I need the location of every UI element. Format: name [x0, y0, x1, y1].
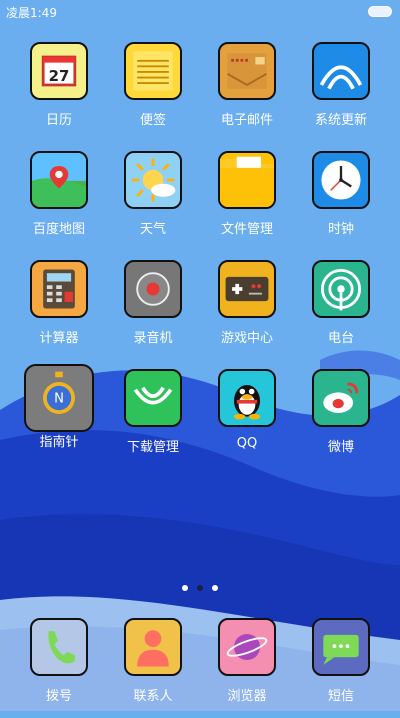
system-update-icon	[312, 42, 370, 100]
app-label: 电台	[327, 331, 354, 346]
calculator-icon	[30, 260, 88, 318]
app-radio[interactable]: 电台	[294, 260, 388, 360]
app-label: 便签	[139, 113, 166, 128]
email-icon	[218, 42, 276, 100]
app-label: 时钟	[327, 222, 354, 237]
app-label: 拨号	[45, 689, 72, 704]
app-label: 日历	[45, 113, 72, 128]
status-time: 凌晨1:49	[6, 6, 57, 20]
calendar-date: 27	[49, 67, 70, 85]
app-email[interactable]: 电子邮件	[200, 42, 294, 142]
notes-icon	[124, 42, 182, 100]
status-bar: 凌晨1:49	[0, 0, 400, 24]
message-icon	[312, 618, 370, 676]
app-label: 天气	[139, 222, 166, 237]
browser-icon	[218, 618, 276, 676]
app-label: 联系人	[133, 689, 173, 704]
app-download-manager[interactable]: 下载管理	[106, 369, 200, 469]
app-qq[interactable]: QQ	[200, 369, 294, 469]
app-label: 电子邮件	[220, 113, 273, 128]
map-icon	[30, 151, 88, 209]
app-label: 游戏中心	[220, 331, 273, 346]
page-dot-3[interactable]	[212, 585, 218, 591]
app-label: 下载管理	[126, 440, 179, 455]
app-label: 短信	[327, 689, 354, 704]
app-calendar[interactable]: 27 日历	[12, 42, 106, 142]
dock-contacts[interactable]: 联系人	[106, 618, 200, 718]
app-file-manager[interactable]: 文件管理	[200, 151, 294, 251]
app-label: 指南针	[39, 435, 79, 450]
page-indicator	[0, 585, 400, 595]
app-clock[interactable]: 时钟	[294, 151, 388, 251]
app-game-center[interactable]: 游戏中心	[200, 260, 294, 360]
dock-browser[interactable]: 浏览器	[200, 618, 294, 718]
app-label: 文件管理	[220, 222, 273, 237]
app-recorder[interactable]: 录音机	[106, 260, 200, 360]
compass-icon: N	[24, 364, 94, 432]
app-calculator[interactable]: 计算器	[12, 260, 106, 360]
svg-text:N: N	[54, 392, 64, 407]
phone-icon	[30, 618, 88, 676]
contacts-icon	[124, 618, 182, 676]
qq-penguin-icon	[218, 369, 276, 427]
radio-icon	[312, 260, 370, 318]
page-dot-2[interactable]	[197, 585, 203, 591]
app-label: 计算器	[39, 331, 79, 346]
weibo-icon	[312, 369, 370, 427]
app-label: 浏览器	[227, 689, 267, 704]
clock-icon	[312, 151, 370, 209]
app-baidu-map[interactable]: 百度地图	[12, 151, 106, 251]
app-label: 系统更新	[314, 113, 367, 128]
app-label: 百度地图	[32, 222, 85, 237]
recorder-icon	[124, 260, 182, 318]
app-compass[interactable]: N 指南针	[12, 364, 106, 464]
app-label: QQ	[236, 436, 258, 451]
download-icon	[124, 369, 182, 427]
gamepad-icon	[218, 260, 276, 318]
dock-phone[interactable]: 拨号	[12, 618, 106, 718]
app-label: 微博	[327, 440, 354, 455]
folder-icon	[218, 151, 276, 209]
page-dot-1[interactable]	[182, 585, 188, 591]
app-notes[interactable]: 便签	[106, 42, 200, 142]
battery-icon	[368, 6, 392, 17]
app-label: 录音机	[133, 331, 173, 346]
calendar-icon: 27	[30, 42, 88, 100]
dock-messages[interactable]: 短信	[294, 618, 388, 718]
app-weather[interactable]: 天气	[106, 151, 200, 251]
app-system-update[interactable]: 系统更新	[294, 42, 388, 142]
weather-icon	[124, 151, 182, 209]
app-weibo[interactable]: 微博	[294, 369, 388, 469]
